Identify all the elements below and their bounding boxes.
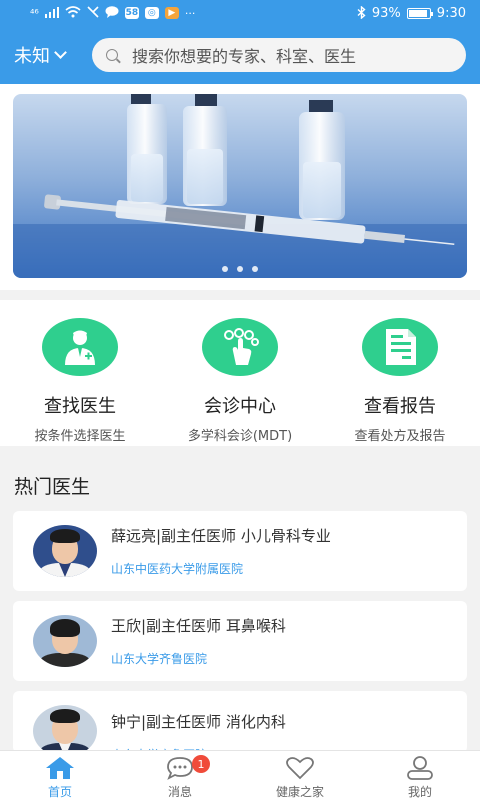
action-subtitle: 查看处方及报告	[354, 429, 446, 444]
banner-section	[0, 84, 480, 290]
doctor-info: 王欣|副主任医师 耳鼻喉科 山东大学齐鲁医院	[111, 615, 286, 667]
doctor-name: 薛远亮|副主任医师 小儿骨科专业	[111, 527, 331, 545]
consultation-icon	[202, 318, 278, 376]
hot-doctors-title: 热门医生	[14, 476, 91, 498]
message-icon	[167, 757, 193, 780]
city-selector[interactable]: 未知	[14, 42, 84, 68]
action-title: 会诊中心	[204, 396, 276, 417]
hotspot-icon	[87, 6, 99, 20]
more-notifications-icon: ···	[184, 6, 196, 20]
app-notification-icon: ◎	[144, 7, 159, 19]
report-icon	[362, 318, 438, 376]
user-icon	[407, 756, 433, 780]
doctor-card[interactable]: 钟宁|副主任医师 消化内科 山东大学齐鲁医院	[13, 691, 467, 762]
consultation-center-button[interactable]: 会诊中心 多学科会诊(MDT)	[160, 300, 320, 446]
banner-image	[13, 94, 467, 278]
clock: 9:30	[436, 5, 466, 21]
find-doctor-button[interactable]: 查找医生 按条件选择医生	[0, 300, 160, 446]
unread-badge: 1	[192, 755, 210, 773]
video-notification-icon: ▶	[164, 7, 179, 19]
tab-profile[interactable]: 我的	[360, 751, 480, 800]
avatar	[33, 525, 97, 577]
chat-notification-icon	[105, 6, 119, 20]
signal-bars-icon	[44, 6, 59, 20]
tab-messages[interactable]: 1 消息	[120, 751, 240, 800]
action-subtitle: 按条件选择医生	[34, 429, 126, 444]
tab-label: 首页	[47, 785, 72, 799]
doctor-name: 王欣|副主任医师 耳鼻喉科	[111, 617, 286, 635]
status-bar: ⁴⁶ 58 ◎ ▶ ··· 93% 9:30	[0, 0, 480, 26]
bottom-tab-bar: 首页 1 消息 健康之家 我的	[0, 750, 480, 800]
avatar	[33, 615, 97, 667]
heart-icon	[286, 757, 314, 780]
banner-carousel[interactable]	[13, 94, 467, 278]
carousel-dot[interactable]	[252, 266, 258, 272]
app-header: 未知 搜索你想要的专家、科室、医生	[0, 26, 480, 84]
carousel-indicators	[222, 266, 258, 272]
status-left: ⁴⁶ 58 ◎ ▶ ···	[30, 6, 195, 20]
tab-label: 健康之家	[275, 785, 324, 799]
doctor-hospital: 山东中医药大学附属医院	[111, 562, 244, 576]
tab-label: 消息	[167, 785, 192, 799]
doctor-info: 薛远亮|副主任医师 小儿骨科专业 山东中医药大学附属医院	[111, 525, 331, 577]
status-right: 93% 9:30	[357, 5, 466, 21]
tab-label: 我的	[407, 785, 432, 799]
doctor-name: 钟宁|副主任医师 消化内科	[111, 713, 286, 731]
view-report-button[interactable]: 查看报告 查看处方及报告	[320, 300, 480, 446]
doctor-card[interactable]: 薛远亮|副主任医师 小儿骨科专业 山东中医药大学附属医院	[13, 511, 467, 591]
doctor-hospital: 山东大学齐鲁医院	[111, 652, 208, 666]
doctor-icon	[42, 318, 118, 376]
battery-percent: 93%	[371, 5, 401, 21]
action-title: 查看报告	[364, 396, 436, 417]
quick-actions: 查找医生 按条件选择医生 会诊中心 多学科会诊(MDT) 查看报告 查看处方及报…	[0, 300, 480, 446]
action-subtitle: 多学科会诊(MDT)	[187, 429, 293, 444]
tab-home[interactable]: 首页	[0, 751, 120, 800]
signal-icon: ⁴⁶	[30, 6, 39, 20]
tab-health-home[interactable]: 健康之家	[240, 751, 360, 800]
home-icon	[46, 757, 74, 779]
wifi-icon	[65, 6, 81, 20]
battery-icon	[406, 7, 433, 19]
city-label: 未知	[14, 46, 50, 67]
search-bar[interactable]: 搜索你想要的专家、科室、医生	[92, 38, 466, 72]
chevron-down-icon	[54, 46, 67, 59]
bluetooth-icon	[357, 5, 366, 21]
carousel-dot[interactable]	[237, 266, 243, 272]
doctor-card[interactable]: 王欣|副主任医师 耳鼻喉科 山东大学齐鲁医院	[13, 601, 467, 681]
action-title: 查找医生	[44, 396, 116, 417]
carousel-dot[interactable]	[222, 266, 228, 272]
app-notification-icon: 58	[124, 7, 139, 19]
search-icon	[106, 49, 118, 61]
search-input[interactable]: 搜索你想要的专家、科室、医生	[132, 43, 356, 67]
